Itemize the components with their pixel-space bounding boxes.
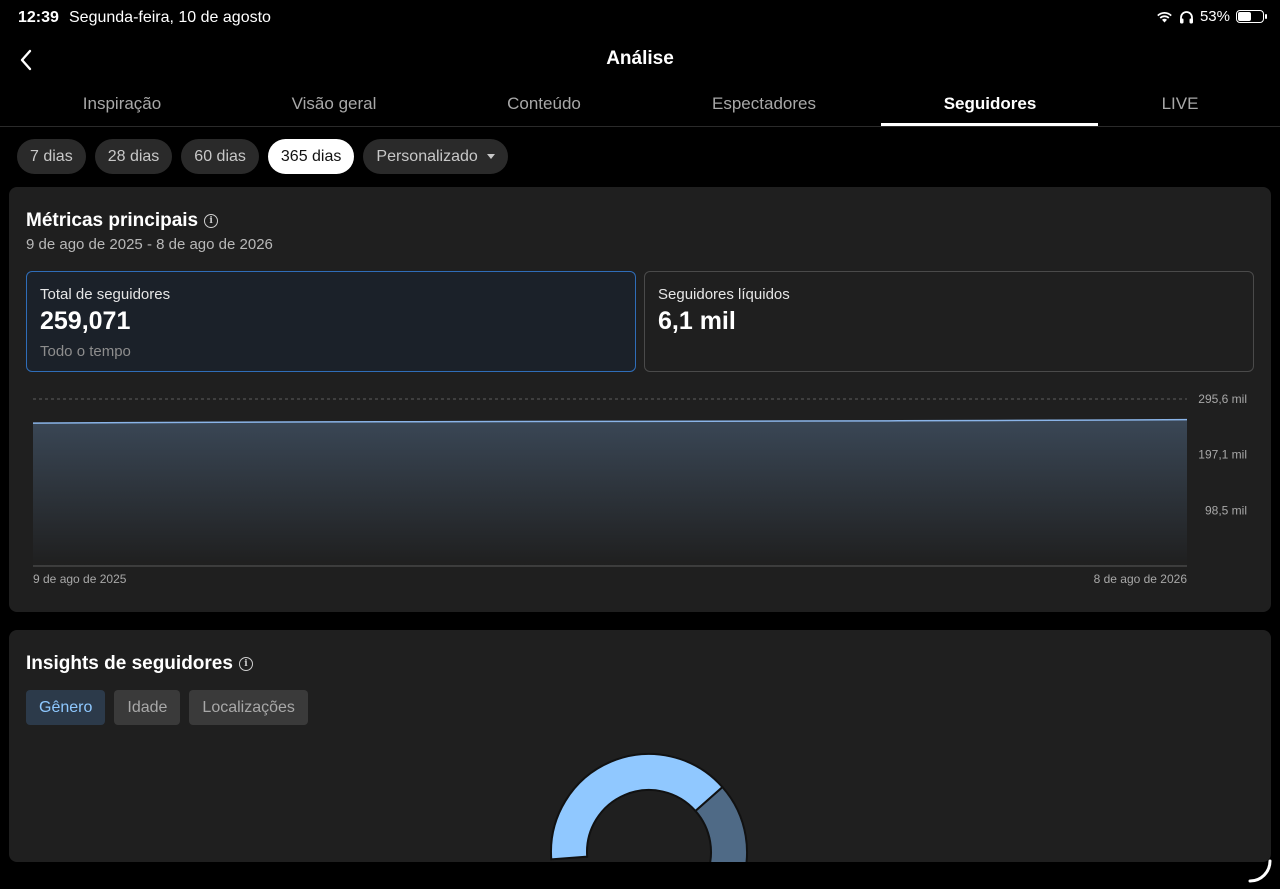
chip-label: 28 dias [107,147,160,165]
x-tick-label-end: 8 de ago de 2026 [1094,572,1188,586]
y-tick-label: 98,5 mil [1205,503,1247,517]
main-metrics-title: Métricas principais [26,210,199,231]
nav-header: Análise [0,38,1280,82]
tab-genero[interactable]: Gênero [26,690,106,725]
y-tick-label: 197,1 mil [1198,448,1247,462]
metric-card-seguidores-liquidos[interactable]: Seguidores líquidos 6,1 mil [644,271,1254,372]
battery-percent: 53% [1199,8,1230,25]
main-metrics-heading: Métricas principais i [26,210,219,232]
insights-title: Insights de seguidores [26,653,233,674]
battery-level [1238,12,1251,21]
date-range: 9 de ago de 2025 - 8 de ago de 2026 [26,236,273,253]
tab-conteudo[interactable]: Conteúdo [484,94,604,114]
donut-segment[interactable] [550,753,724,861]
insights-heading: Insights de seguidores i [26,653,253,675]
metric-value: 6,1 mil [658,307,736,335]
tab-espectadores[interactable]: Espectadores [694,94,834,114]
chip-label: Personalizado [376,147,478,165]
wifi-icon [1157,12,1172,23]
info-icon[interactable]: i [204,214,219,228]
tab-live[interactable]: LIVE [1140,94,1220,114]
chip-365-dias[interactable]: 365 dias [267,139,355,174]
status-time: 12:39 [18,9,59,26]
x-tick-label-start: 9 de ago de 2025 [33,572,127,586]
tab-visao-geral[interactable]: Visão geral [274,94,394,114]
home-indicator-icon [1248,859,1272,883]
headphones-icon [1179,10,1193,23]
page-title: Análise [606,48,674,69]
follower-insights-card: Insights de seguidores i Gênero Idade Lo… [9,630,1271,862]
chip-label: 7 dias [30,147,73,165]
battery-icon [1236,10,1267,23]
followers-area-chart: 295,6 mil 197,1 mil 98,5 mil 9 de ago de 2… [32,392,1247,586]
metric-label: Seguidores líquidos [658,286,790,303]
range-chips: 7 dias 28 dias 60 dias 365 dias Personal… [17,139,508,174]
chip-label: 365 dias [280,147,342,165]
metric-value: 259,071 [40,307,131,335]
y-tick-label: 295,6 mil [1198,392,1247,406]
section-tabs: Inspiração Visão geral Conteúdo Espectad… [0,88,1280,127]
chip-7-dias[interactable]: 7 dias [17,139,86,174]
status-date: Segunda-feira, 10 de agosto [69,9,271,26]
metric-label: Total de seguidores [40,286,171,303]
chip-28-dias[interactable]: 28 dias [94,139,173,174]
tab-localizacoes[interactable]: Localizações [189,690,308,725]
main-metrics-card: Métricas principais i 9 de ago de 2025 -… [9,187,1271,612]
gender-donut-chart [550,753,748,862]
insights-tabs: Gênero Idade Localizações [26,690,308,725]
active-tab-indicator [881,123,1098,126]
metric-card-total-seguidores[interactable]: Total de seguidores 259,071 Todo o tempo [26,271,636,372]
status-right: 53% [1156,8,1267,25]
tab-idade[interactable]: Idade [114,690,181,725]
caret-down-icon [486,154,495,159]
chip-personalizado[interactable]: Personalizado [363,139,508,174]
info-icon[interactable]: i [238,657,253,671]
chip-60-dias[interactable]: 60 dias [181,139,259,174]
status-bar: 12:39 Segunda-feira, 10 de agosto 53% [0,0,1280,36]
metric-footnote: Todo o tempo [40,343,131,360]
chip-label: 60 dias [194,147,246,165]
tab-inspiracao[interactable]: Inspiração [62,94,182,114]
tab-seguidores[interactable]: Seguidores [920,94,1060,114]
area-fill [33,419,1187,566]
